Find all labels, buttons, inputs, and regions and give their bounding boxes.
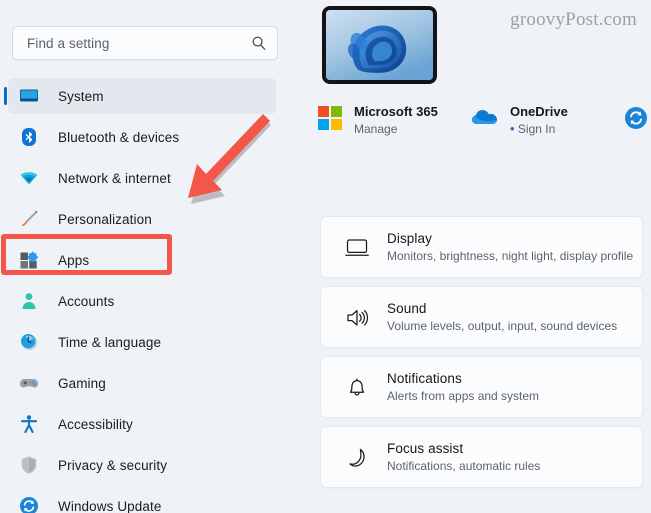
settings-card-focus-assist[interactable]: Focus assist Notifications, automatic rul… xyxy=(320,426,643,488)
sidebar-item-label: Network & internet xyxy=(58,170,171,186)
wallpaper-thumbnail xyxy=(322,6,437,84)
onedrive-status-label: Sign In xyxy=(517,122,556,136)
card-subtitle: Monitors, brightness, night light, displ… xyxy=(387,249,634,263)
sidebar-item-label: Bluetooth & devices xyxy=(58,129,180,145)
apps-icon xyxy=(18,250,40,270)
settings-card-display[interactable]: Display Monitors, brightness, night light… xyxy=(320,216,643,278)
accessibility-icon xyxy=(18,414,40,434)
selection-indicator xyxy=(4,87,7,105)
gamepad-icon xyxy=(18,373,40,393)
search-placeholder: Find a setting xyxy=(27,35,110,51)
card-title: Display xyxy=(387,231,432,246)
sidebar-item-label: System xyxy=(58,88,104,104)
sidebar-item-label: Gaming xyxy=(58,375,106,391)
sidebar-item-personalization[interactable]: Personalization xyxy=(8,201,276,237)
sidebar-item-system[interactable]: System xyxy=(4,78,276,114)
onedrive-status[interactable]: • Sign In xyxy=(510,121,568,137)
monitor-icon xyxy=(18,86,40,106)
sync-refresh-icon[interactable] xyxy=(624,106,648,135)
wifi-icon xyxy=(18,168,40,188)
sidebar-item-label: Accounts xyxy=(58,293,115,309)
sidebar-item-label: Accessibility xyxy=(58,416,133,432)
monitor-outline-icon xyxy=(343,236,371,259)
microsoft-365-entry[interactable]: Microsoft 365 Manage xyxy=(318,104,438,137)
paintbrush-icon xyxy=(18,209,40,229)
card-subtitle: Alerts from apps and system xyxy=(387,389,540,403)
onedrive-entry[interactable]: OneDrive • Sign In xyxy=(472,104,568,137)
card-title: Focus assist xyxy=(387,441,464,456)
search-icon[interactable] xyxy=(251,35,267,51)
card-title: Sound xyxy=(387,301,427,316)
sidebar-item-label: Personalization xyxy=(58,211,152,227)
sidebar-item-windows-update[interactable]: Windows Update xyxy=(8,488,276,513)
bluetooth-icon xyxy=(18,127,40,147)
account-services-row: Microsoft 365 Manage OneDrive • Sign In xyxy=(318,104,651,150)
sidebar-item-label: Windows Update xyxy=(58,498,162,513)
settings-cards-list: Display Monitors, brightness, night light… xyxy=(320,216,651,496)
card-title: Notifications xyxy=(387,371,462,386)
microsoft-365-title: Microsoft 365 xyxy=(354,104,438,119)
update-sync-icon xyxy=(18,496,40,513)
moon-icon xyxy=(343,446,371,469)
clock-icon xyxy=(18,332,40,352)
sidebar-item-time-language[interactable]: Time & language xyxy=(8,324,276,360)
shield-icon xyxy=(18,455,40,475)
sidebar-item-accessibility[interactable]: Accessibility xyxy=(8,406,276,442)
sidebar-item-accounts[interactable]: Accounts xyxy=(8,283,276,319)
sidebar-item-label: Apps xyxy=(58,252,90,268)
onedrive-cloud-icon xyxy=(472,106,498,135)
person-icon xyxy=(18,291,40,311)
sidebar-item-bluetooth-devices[interactable]: Bluetooth & devices xyxy=(8,119,276,155)
microsoft-logo-icon xyxy=(318,106,342,135)
card-subtitle: Volume levels, output, input, sound devi… xyxy=(387,319,618,333)
settings-card-notifications[interactable]: Notifications Alerts from apps and system xyxy=(320,356,643,418)
sidebar-item-label: Time & language xyxy=(58,334,162,350)
onedrive-title: OneDrive xyxy=(510,104,568,119)
watermark: groovyPost.com xyxy=(510,9,637,30)
sidebar-item-label: Privacy & security xyxy=(58,457,168,473)
sidebar-item-privacy-security[interactable]: Privacy & security xyxy=(8,447,276,483)
settings-sidebar: Find a setting System Bluetooth & devices… xyxy=(0,0,300,513)
search-input[interactable]: Find a setting xyxy=(12,26,278,60)
status-dot: • xyxy=(510,121,515,136)
sidebar-item-gaming[interactable]: Gaming xyxy=(8,365,276,401)
sidebar-item-apps[interactable]: Apps xyxy=(8,242,276,278)
microsoft-365-status[interactable]: Manage xyxy=(354,121,438,137)
speaker-icon xyxy=(343,306,371,329)
settings-card-sound[interactable]: Sound Volume levels, output, input, sound… xyxy=(320,286,643,348)
bell-icon xyxy=(343,376,371,399)
card-subtitle: Notifications, automatic rules xyxy=(387,459,541,473)
sidebar-item-network-internet[interactable]: Network & internet xyxy=(8,160,276,196)
